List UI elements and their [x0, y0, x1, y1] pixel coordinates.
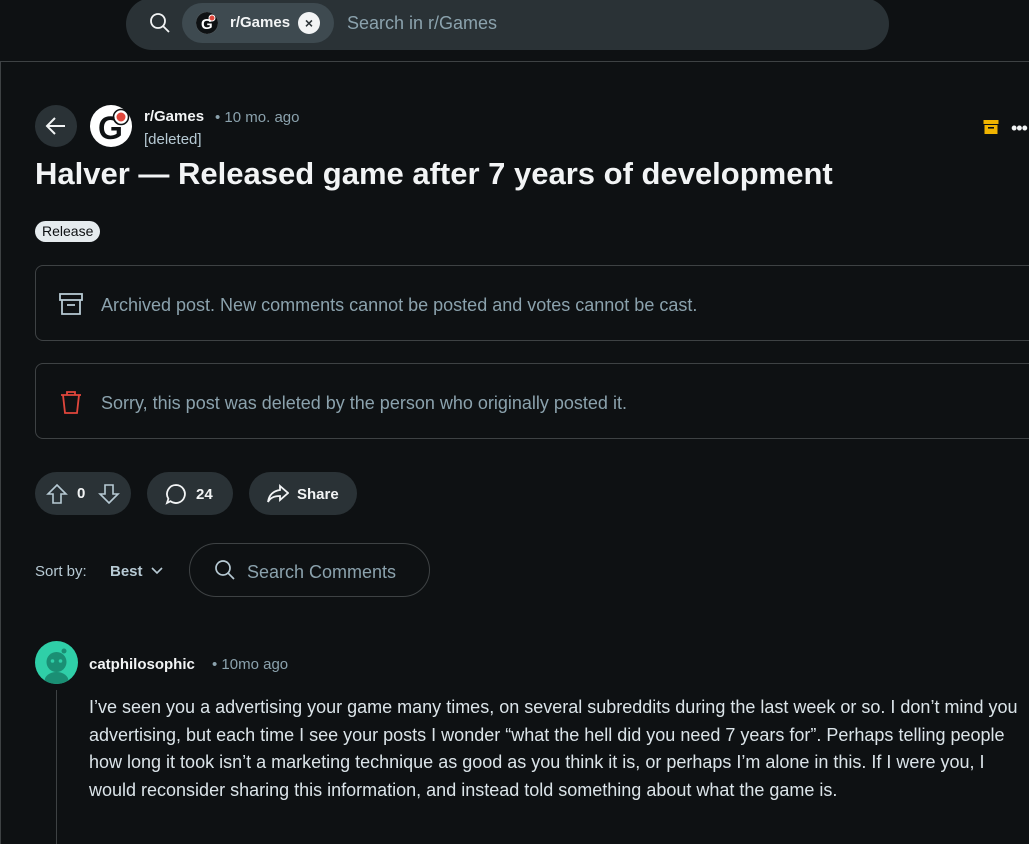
- search-comments-field[interactable]: Search Comments: [189, 543, 430, 597]
- archive-box-icon: [59, 293, 83, 315]
- top-bar: G r/Games × Search in r/Games: [0, 0, 1029, 62]
- snoo-avatar-icon: [44, 648, 69, 684]
- more-options-icon[interactable]: •••: [1011, 118, 1028, 139]
- avatar[interactable]: [35, 641, 78, 684]
- content-divider: [0, 62, 1, 844]
- post-flair[interactable]: Release: [35, 221, 101, 242]
- vote-count: 0: [77, 485, 86, 502]
- sort-label: Sort by:: [35, 563, 87, 580]
- subreddit-chip[interactable]: G r/Games ×: [182, 3, 334, 43]
- deleted-notice-text: Sorry, this post was deleted by the pers…: [101, 393, 627, 413]
- archived-notice-text: Archived post. New comments cannot be po…: [101, 295, 698, 315]
- comment-body: I’ve seen you a advertising your game ma…: [89, 697, 1018, 800]
- share-label: Share: [297, 486, 339, 503]
- post-timestamp: • 10 mo. ago: [215, 109, 300, 126]
- comment-count: 24: [196, 486, 213, 503]
- trash-icon: [61, 391, 81, 414]
- share-arrow-icon: [267, 484, 289, 503]
- sort-dropdown[interactable]: Best: [110, 563, 143, 580]
- upvote-icon[interactable]: [46, 483, 68, 505]
- search-icon: [215, 560, 235, 580]
- archive-icon: [983, 120, 999, 134]
- thread-line[interactable]: [56, 690, 57, 844]
- comments-button[interactable]: 24: [147, 472, 233, 515]
- back-button[interactable]: [35, 105, 77, 147]
- deleted-notice: Sorry, this post was deleted by the pers…: [35, 363, 1029, 439]
- chevron-down-icon[interactable]: [150, 564, 164, 578]
- subreddit-avatar-icon[interactable]: G: [90, 105, 132, 147]
- search-input[interactable]: Search in r/Games: [347, 13, 497, 34]
- arrow-left-icon: [45, 117, 65, 135]
- archived-notice: Archived post. New comments cannot be po…: [35, 265, 1029, 341]
- downvote-icon[interactable]: [98, 483, 120, 505]
- subreddit-logo-icon: G: [196, 12, 218, 34]
- comment-timestamp: • 10mo ago: [212, 656, 289, 673]
- subreddit-link[interactable]: r/Games: [144, 108, 204, 125]
- post-author: [deleted]: [144, 131, 202, 148]
- search-comments-input[interactable]: Search Comments: [247, 562, 396, 583]
- share-button[interactable]: Share: [249, 472, 357, 515]
- comment-author[interactable]: catphilosophic: [89, 656, 195, 673]
- comment-bubble-icon: [165, 484, 186, 505]
- chip-close-icon[interactable]: ×: [298, 12, 320, 34]
- vote-control: 0: [35, 472, 131, 515]
- post-title: Halver — Released game after 7 years of …: [35, 156, 833, 191]
- search-icon: [150, 13, 170, 33]
- chip-label: r/Games: [230, 14, 291, 31]
- search-bar[interactable]: G r/Games × Search in r/Games: [126, 0, 889, 50]
